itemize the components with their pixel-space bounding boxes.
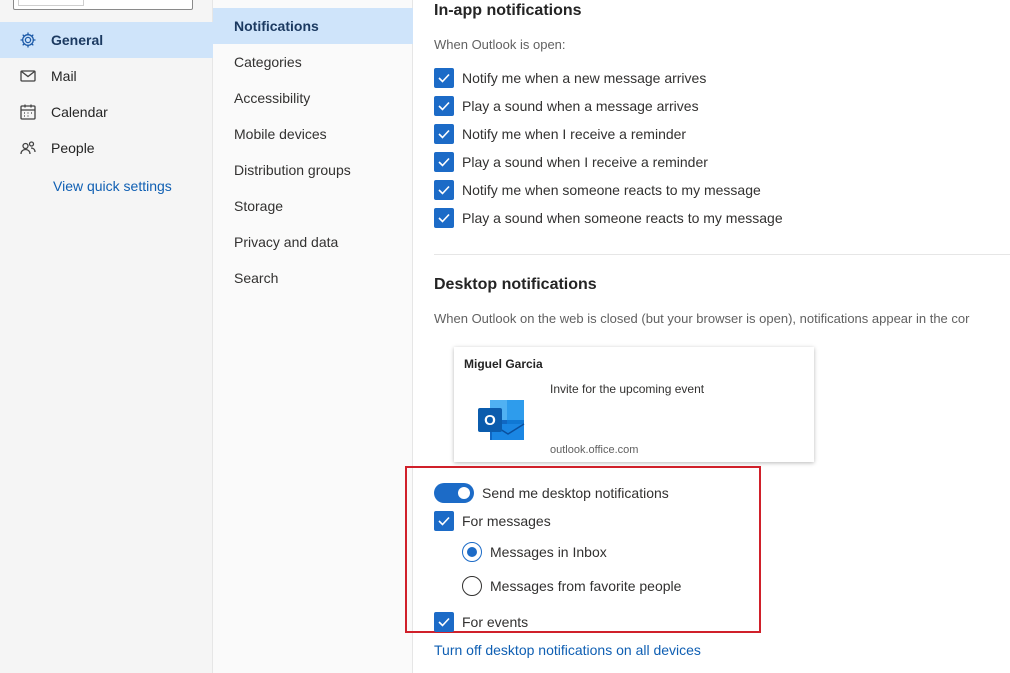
checkbox-sound-new-message[interactable]: Play a sound when a message arrives (434, 95, 699, 117)
preview-sender: Miguel Garcia (464, 357, 543, 371)
outlook-logo-icon: O (476, 398, 528, 444)
checkbox-checked-icon[interactable] (434, 612, 454, 632)
checkbox-label: Notify me when I receive a reminder (462, 126, 687, 142)
toggle-switch-on[interactable] (434, 483, 474, 503)
subnav-item-privacy[interactable]: Privacy and data (213, 224, 413, 260)
checkbox-for-events[interactable]: For events (434, 611, 528, 633)
settings-search-input[interactable] (13, 0, 193, 10)
nav-item-label: Calendar (51, 104, 108, 120)
checkbox-for-messages[interactable]: For messages (434, 510, 551, 532)
calendar-icon (19, 103, 37, 121)
subnav-item-search[interactable]: Search (213, 260, 413, 296)
inapp-notifications-subtitle: When Outlook is open: (434, 37, 566, 52)
subnav-item-mobile-devices[interactable]: Mobile devices (213, 116, 413, 152)
subnav-item-storage[interactable]: Storage (213, 188, 413, 224)
nav-item-label: People (51, 140, 95, 156)
subnav-item-distribution-groups[interactable]: Distribution groups (213, 152, 413, 188)
checkbox-checked-icon[interactable] (434, 511, 454, 531)
nav-item-people[interactable]: People (0, 130, 213, 166)
checkbox-checked-icon[interactable] (434, 96, 454, 116)
radio-favorite-people[interactable]: Messages from favorite people (462, 575, 681, 597)
checkbox-label: Play a sound when someone reacts to my m… (462, 210, 783, 226)
checkbox-checked-icon[interactable] (434, 208, 454, 228)
radio-selected-icon[interactable] (462, 542, 482, 562)
toggle-knob (458, 487, 470, 499)
subnav-item-accessibility[interactable]: Accessibility (213, 80, 413, 116)
search-field-inner (18, 0, 84, 6)
checkbox-notify-reactions[interactable]: Notify me when someone reacts to my mess… (434, 179, 761, 201)
nav-item-label: General (51, 32, 104, 48)
subnav-item-categories[interactable]: Categories (213, 44, 413, 80)
inapp-notifications-heading: In-app notifications (434, 2, 582, 19)
radio-label: Messages in Inbox (490, 544, 607, 560)
gear-icon (19, 31, 37, 49)
radio-messages-in-inbox[interactable]: Messages in Inbox (462, 541, 607, 563)
checkbox-label: Notify me when a new message arrives (462, 70, 707, 86)
outlook-logo-letter: O (484, 412, 496, 429)
checkbox-sound-reminder[interactable]: Play a sound when I receive a reminder (434, 151, 708, 173)
checkbox-checked-icon[interactable] (434, 180, 454, 200)
toggle-label: Send me desktop notifications (482, 485, 669, 501)
desktop-notifications-heading: Desktop notifications (434, 276, 597, 293)
general-sub-nav: Notifications Categories Accessibility M… (213, 0, 413, 673)
notification-preview-card: Miguel Garcia Invite for the upcoming ev… (454, 347, 814, 462)
nav-item-calendar[interactable]: Calendar (0, 94, 213, 130)
view-quick-settings-link[interactable]: View quick settings (53, 178, 172, 194)
checkbox-label: For messages (462, 513, 551, 529)
checkbox-checked-icon[interactable] (434, 124, 454, 144)
checkbox-notify-reminder[interactable]: Notify me when I receive a reminder (434, 123, 686, 145)
checkbox-sound-reactions[interactable]: Play a sound when someone reacts to my m… (434, 207, 783, 229)
checkbox-notify-new-message[interactable]: Notify me when a new message arrives (434, 67, 706, 89)
checkbox-label: For events (462, 614, 529, 630)
turn-off-desktop-notifications-link[interactable]: Turn off desktop notifications on all de… (434, 642, 701, 658)
people-icon (19, 139, 37, 157)
toggle-desktop-notifications[interactable]: Send me desktop notifications (434, 482, 669, 504)
checkbox-label: Play a sound when I receive a reminder (462, 154, 708, 170)
checkbox-label: Notify me when someone reacts to my mess… (462, 182, 761, 198)
settings-left-nav: General Mail Calendar People View quick … (0, 0, 213, 673)
checkbox-checked-icon[interactable] (434, 68, 454, 88)
nav-item-label: Mail (51, 68, 77, 84)
checkbox-checked-icon[interactable] (434, 152, 454, 172)
subnav-item-notifications[interactable]: Notifications (213, 8, 413, 44)
radio-unselected-icon[interactable] (462, 576, 482, 596)
mail-icon (19, 67, 37, 85)
radio-label: Messages from favorite people (490, 578, 682, 594)
desktop-notifications-subtitle: When Outlook on the web is closed (but y… (434, 311, 970, 326)
nav-item-general[interactable]: General (0, 22, 213, 58)
preview-subject: Invite for the upcoming event (550, 382, 705, 396)
nav-item-mail[interactable]: Mail (0, 58, 213, 94)
checkbox-label: Play a sound when a message arrives (462, 98, 699, 114)
section-divider (434, 254, 1010, 255)
preview-domain: outlook.office.com (550, 444, 639, 456)
notifications-settings-pane: In-app notifications When Outlook is ope… (405, 0, 1010, 673)
